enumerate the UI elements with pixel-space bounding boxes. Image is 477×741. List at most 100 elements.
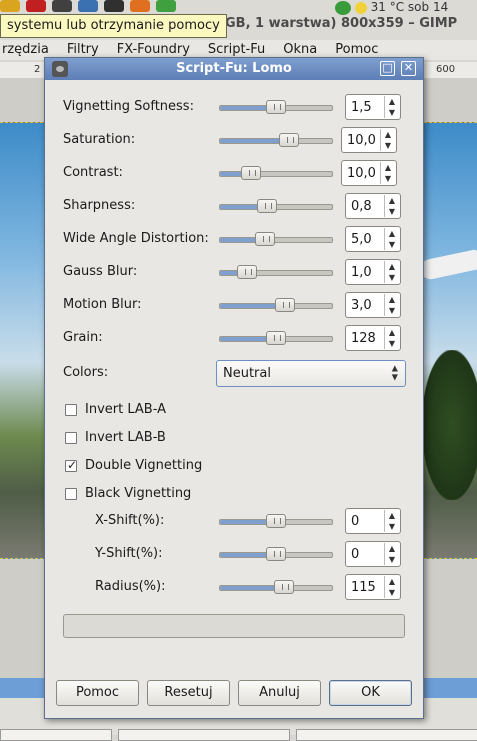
menu-item[interactable]: rzędzia [2, 40, 49, 60]
param-radius-spinbox[interactable]: 115 ▲ ▼ [345, 574, 401, 600]
param-gauss-blur-slider[interactable] [219, 265, 333, 279]
param-wide-angle-distortion-spin-arrows: ▲ ▼ [384, 228, 399, 250]
black-vignetting-checkbox[interactable] [65, 488, 77, 500]
param-contrast-spin-arrows: ▲ ▼ [380, 162, 395, 184]
param-motion-blur-spin-arrows: ▲ ▼ [384, 294, 399, 316]
launcher-icon[interactable] [156, 0, 176, 12]
param-grain-slider[interactable] [219, 331, 333, 345]
param-y-shift-slider-handle[interactable] [266, 547, 286, 561]
spin-down-icon[interactable]: ▼ [385, 305, 399, 316]
param-y-shift-spinbox[interactable]: 0 ▲ ▼ [345, 541, 401, 567]
launcher-icon[interactable] [26, 0, 46, 12]
double-vignetting-row: ✓ Double Vignetting [45, 454, 423, 480]
help-button[interactable]: Pomoc [56, 680, 139, 706]
param-gauss-blur-spinbox[interactable]: 1,0 ▲ ▼ [345, 259, 401, 285]
param-sharpness-slider[interactable] [219, 199, 333, 213]
invert-lab-a-label[interactable]: Invert LAB-A [85, 402, 166, 417]
param-x-shift-slider-handle[interactable] [266, 514, 286, 528]
param-vignetting-softness-spinbox[interactable]: 1,5 ▲ ▼ [345, 94, 401, 120]
black-vignetting-label[interactable]: Black Vignetting [85, 486, 191, 501]
spin-up-icon[interactable]: ▲ [385, 261, 399, 272]
param-radius-label: Radius(%): [95, 579, 166, 594]
param-radius-slider[interactable] [219, 580, 333, 594]
invert-lab-a-checkbox[interactable] [65, 404, 77, 416]
reset-button[interactable]: Resetuj [147, 680, 230, 706]
param-saturation-value: 10,0 [347, 133, 376, 148]
ruler-mark: 2 [34, 64, 41, 75]
param-contrast-spinbox[interactable]: 10,0 ▲ ▼ [341, 160, 397, 186]
network-icon[interactable] [335, 0, 351, 15]
invert-lab-b-row: Invert LAB-B [45, 426, 423, 452]
spin-down-icon[interactable]: ▼ [385, 587, 399, 598]
spin-down-icon[interactable]: ▼ [385, 206, 399, 217]
colors-combo[interactable]: Neutral ▲ ▼ [216, 360, 406, 387]
weather-icon[interactable] [354, 1, 367, 14]
spin-up-icon[interactable]: ▲ [385, 294, 399, 305]
invert-lab-b-label[interactable]: Invert LAB-B [85, 430, 166, 445]
param-radius-slider-handle[interactable] [273, 580, 294, 594]
param-wide-angle-distortion-slider[interactable] [219, 232, 333, 246]
tray-clock[interactable]: 31 °C sob 14 [371, 0, 449, 14]
param-x-shift-spinbox[interactable]: 0 ▲ ▼ [345, 508, 401, 534]
launcher-icon[interactable] [104, 0, 124, 12]
spin-up-icon[interactable]: ▲ [385, 543, 399, 554]
param-gauss-blur-slider-handle[interactable] [236, 265, 257, 279]
param-grain-slider-handle[interactable] [266, 331, 286, 345]
spin-down-icon[interactable]: ▼ [385, 554, 399, 565]
param-x-shift-slider[interactable] [219, 514, 333, 528]
spin-down-icon[interactable]: ▼ [385, 272, 399, 283]
param-wide-angle-distortion-value: 5,0 [351, 232, 372, 247]
param-motion-blur-slider-handle[interactable] [274, 298, 295, 312]
spin-down-icon[interactable]: ▼ [385, 338, 399, 349]
status-field[interactable] [0, 729, 112, 741]
combo-arrows-icon: ▲ ▼ [392, 364, 399, 382]
spin-down-icon[interactable]: ▼ [381, 173, 395, 184]
param-saturation-slider-handle[interactable] [279, 133, 300, 147]
param-wide-angle-distortion-slider-handle[interactable] [254, 232, 275, 246]
param-saturation-row: Saturation: 10,0 ▲ ▼ [45, 127, 423, 153]
maximize-button[interactable]: □ [380, 61, 395, 76]
param-motion-blur-spinbox[interactable]: 3,0 ▲ ▼ [345, 292, 401, 318]
spin-down-icon[interactable]: ▼ [385, 239, 399, 250]
param-vignetting-softness-slider[interactable] [219, 100, 333, 114]
spin-up-icon[interactable]: ▲ [385, 195, 399, 206]
param-grain-spinbox[interactable]: 128 ▲ ▼ [345, 325, 401, 351]
param-sharpness-slider-handle[interactable] [257, 199, 278, 213]
param-motion-blur-label: Motion Blur: [63, 297, 142, 312]
spin-down-icon[interactable]: ▼ [385, 521, 399, 532]
param-vignetting-softness-slider-handle[interactable] [266, 100, 286, 114]
spin-down-icon[interactable]: ▼ [381, 140, 395, 151]
spin-up-icon[interactable]: ▲ [381, 129, 395, 140]
spin-up-icon[interactable]: ▲ [385, 576, 399, 587]
param-contrast-slider-handle[interactable] [241, 166, 262, 180]
status-field[interactable] [118, 729, 290, 741]
spin-down-icon[interactable]: ▼ [385, 107, 399, 118]
param-motion-blur-slider[interactable] [219, 298, 333, 312]
param-x-shift-spin-arrows: ▲ ▼ [384, 510, 399, 532]
spin-up-icon[interactable]: ▲ [385, 510, 399, 521]
spin-up-icon[interactable]: ▲ [381, 162, 395, 173]
param-y-shift-slider[interactable] [219, 547, 333, 561]
ok-button[interactable]: OK [329, 680, 412, 706]
param-vignetting-softness-label: Vignetting Softness: [63, 99, 194, 114]
param-saturation-spinbox[interactable]: 10,0 ▲ ▼ [341, 127, 397, 153]
dialog-titlebar[interactable]: Script-Fu: Lomo □ ✕ [45, 58, 423, 80]
close-button[interactable]: ✕ [401, 61, 416, 76]
spin-up-icon[interactable]: ▲ [385, 327, 399, 338]
spin-up-icon[interactable]: ▲ [385, 96, 399, 107]
launcher-icon[interactable] [130, 0, 150, 12]
status-field[interactable] [296, 729, 477, 741]
spin-up-icon[interactable]: ▲ [385, 228, 399, 239]
double-vignetting-label[interactable]: Double Vignetting [85, 458, 202, 473]
param-saturation-slider[interactable] [219, 133, 333, 147]
launcher-icon[interactable] [0, 0, 20, 12]
double-vignetting-checkbox[interactable]: ✓ [65, 458, 77, 472]
cancel-button[interactable]: Anuluj [238, 680, 321, 706]
launcher-icon[interactable] [78, 0, 98, 12]
param-wide-angle-distortion-spinbox[interactable]: 5,0 ▲ ▼ [345, 226, 401, 252]
param-contrast-slider[interactable] [219, 166, 333, 180]
launcher-icon[interactable] [52, 0, 72, 12]
invert-lab-b-checkbox[interactable] [65, 432, 77, 444]
param-gauss-blur-value: 1,0 [351, 265, 372, 280]
param-sharpness-spinbox[interactable]: 0,8 ▲ ▼ [345, 193, 401, 219]
